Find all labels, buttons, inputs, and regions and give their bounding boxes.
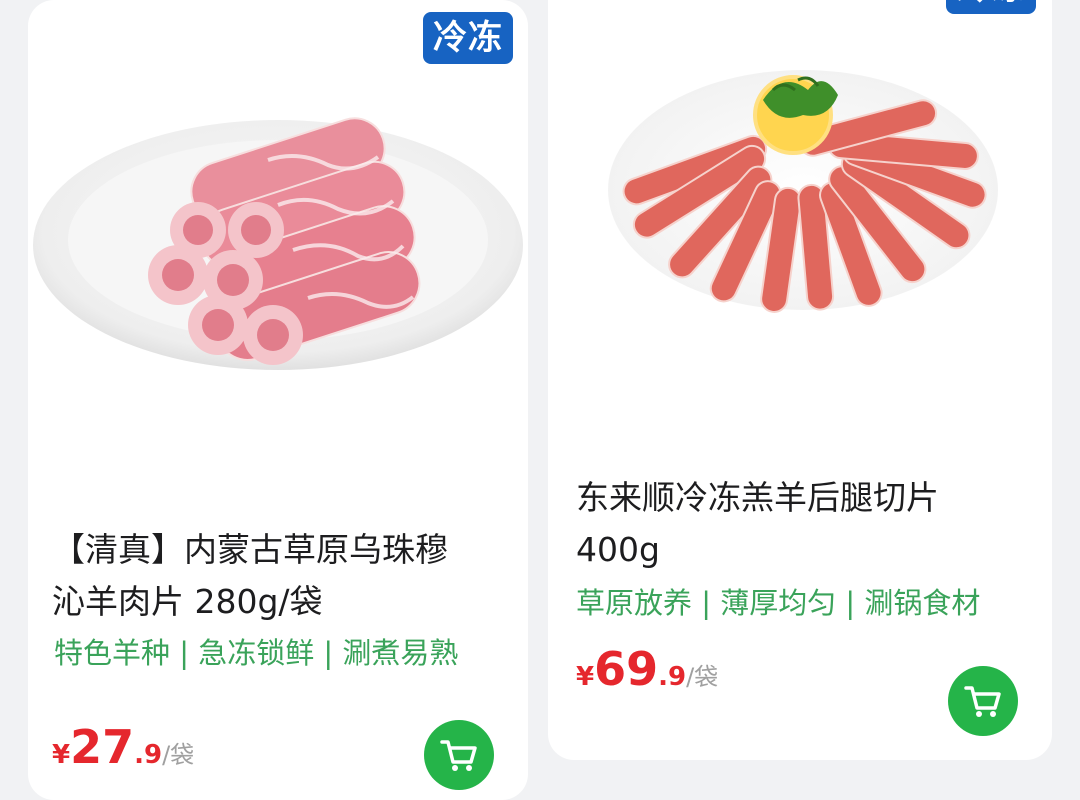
price-currency: ¥ bbox=[576, 662, 595, 692]
price-integer: 27 bbox=[70, 720, 135, 774]
product-title-line-1: 【清真】内蒙古草原乌珠穆 bbox=[52, 530, 448, 569]
cart-icon bbox=[964, 686, 1001, 717]
cart-icon bbox=[440, 740, 477, 771]
frozen-badge: 冷冻 bbox=[423, 12, 513, 64]
lamb-rolls-on-plate-image[interactable] bbox=[28, 70, 528, 400]
product-price: ¥27.9/袋 bbox=[52, 720, 194, 774]
product-title[interactable]: 东来顺冷冻羔羊后腿切片 400g bbox=[576, 472, 1026, 576]
product-title[interactable]: 【清真】内蒙古草原乌珠穆 沁羊肉片 280g/袋 bbox=[52, 524, 502, 628]
price-currency: ¥ bbox=[52, 740, 71, 770]
price-unit: /袋 bbox=[686, 663, 719, 691]
price-decimal: .9 bbox=[658, 662, 687, 692]
product-title-line-1: 东来顺冷冻羔羊后腿切片 bbox=[576, 478, 939, 517]
add-to-cart-button[interactable] bbox=[948, 666, 1018, 736]
product-title-line-2: 沁羊肉片 280g/袋 bbox=[52, 582, 323, 621]
product-title-line-2: 400g bbox=[576, 530, 660, 569]
price-integer: 69 bbox=[594, 642, 659, 696]
lamb-slices-fan-plate-image[interactable] bbox=[548, 60, 1052, 350]
product-tags: 特色羊种 | 急冻锁鲜 | 涮煮易熟 bbox=[54, 636, 459, 670]
product-tags: 草原放养 | 薄厚均匀 | 涮锅食材 bbox=[576, 586, 981, 620]
frozen-badge: 冷冻 bbox=[946, 0, 1036, 14]
price-unit: /袋 bbox=[162, 741, 195, 769]
product-card[interactable]: 冷冻 【清真】内蒙古草原乌珠穆 沁羊肉片 280g/袋 特色羊种 | 急冻锁鲜 … bbox=[28, 0, 528, 800]
price-decimal: .9 bbox=[134, 740, 163, 770]
product-card[interactable]: 冷冻 东来顺冷冻羔羊 bbox=[548, 0, 1052, 760]
add-to-cart-button[interactable] bbox=[424, 720, 494, 790]
product-price: ¥69.9/袋 bbox=[576, 642, 718, 696]
